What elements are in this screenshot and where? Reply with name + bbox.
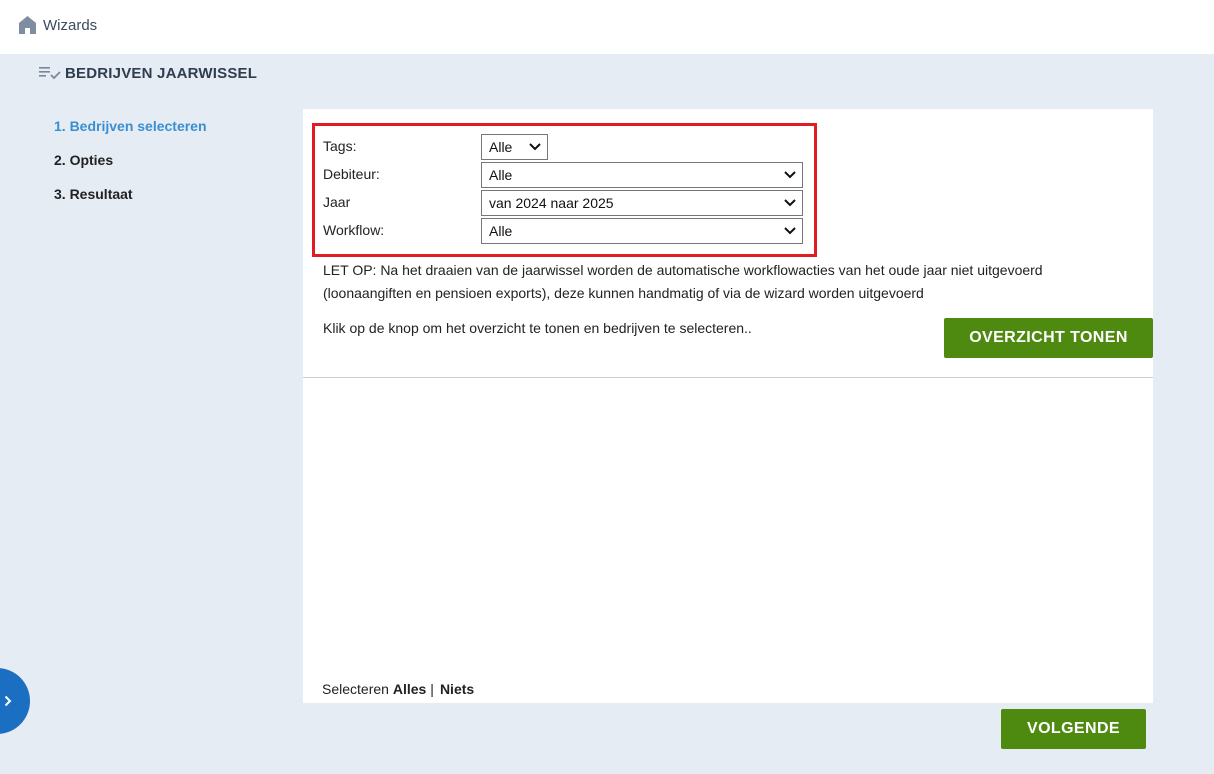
- divider: [303, 377, 1153, 378]
- debiteur-select[interactable]: Alle: [481, 162, 803, 188]
- warning-notice: LET OP: Na het draaien van de jaarwissel…: [323, 262, 1043, 301]
- chevron-right-icon: [4, 695, 12, 707]
- selection-prefix: Selecteren: [322, 681, 389, 697]
- breadcrumb-wizards[interactable]: Wizards: [43, 17, 97, 34]
- selection-separator: |: [430, 681, 434, 697]
- page-title: BEDRIJVEN JAARWISSEL: [65, 64, 258, 82]
- side-panel-toggle[interactable]: [0, 668, 30, 734]
- volgende-button[interactable]: VOLGENDE: [1001, 709, 1146, 749]
- debiteur-select-value: Alle: [489, 167, 513, 183]
- main-panel: Tags: Alle Debiteur: Alle Jaar van 2024 …: [303, 109, 1153, 703]
- step-bedrijven-selecteren[interactable]: 1. Bedrijven selecteren: [54, 117, 207, 151]
- select-all-link[interactable]: Alles: [393, 681, 426, 697]
- step-resultaat[interactable]: 3. Resultaat: [54, 185, 207, 219]
- wizard-steps: 1. Bedrijven selecteren 2. Opties 3. Res…: [54, 117, 207, 219]
- page-header: BEDRIJVEN JAARWISSEL: [39, 60, 257, 86]
- jaar-label: Jaar: [323, 194, 351, 210]
- step-opties[interactable]: 2. Opties: [54, 151, 207, 185]
- jaar-select[interactable]: van 2024 naar 2025: [481, 190, 803, 216]
- chevron-down-icon: [784, 227, 796, 235]
- workflow-select[interactable]: Alle: [481, 218, 803, 244]
- filter-section-highlight: Tags: Alle Debiteur: Alle Jaar van 2024 …: [312, 123, 817, 257]
- chevron-down-icon: [784, 171, 796, 179]
- list-check-icon: [39, 67, 61, 80]
- top-bar: Wizards: [0, 0, 1214, 54]
- tags-select[interactable]: Alle: [481, 134, 548, 160]
- overview-hint: Klik op de knop om het overzicht te tone…: [323, 320, 752, 336]
- overzicht-tonen-button[interactable]: OVERZICHT TONEN: [944, 318, 1153, 358]
- jaar-select-value: van 2024 naar 2025: [489, 195, 614, 211]
- selection-bar: Selecteren Alles | Niets: [322, 681, 474, 697]
- workflow-label: Workflow:: [323, 222, 385, 238]
- workflow-select-value: Alle: [489, 223, 513, 239]
- home-icon[interactable]: [19, 16, 36, 34]
- chevron-down-icon: [529, 143, 541, 151]
- chevron-down-icon: [784, 199, 796, 207]
- tags-select-value: Alle: [489, 139, 513, 155]
- debiteur-label: Debiteur:: [323, 166, 380, 182]
- select-none-link[interactable]: Niets: [440, 681, 474, 697]
- tags-label: Tags:: [323, 138, 357, 154]
